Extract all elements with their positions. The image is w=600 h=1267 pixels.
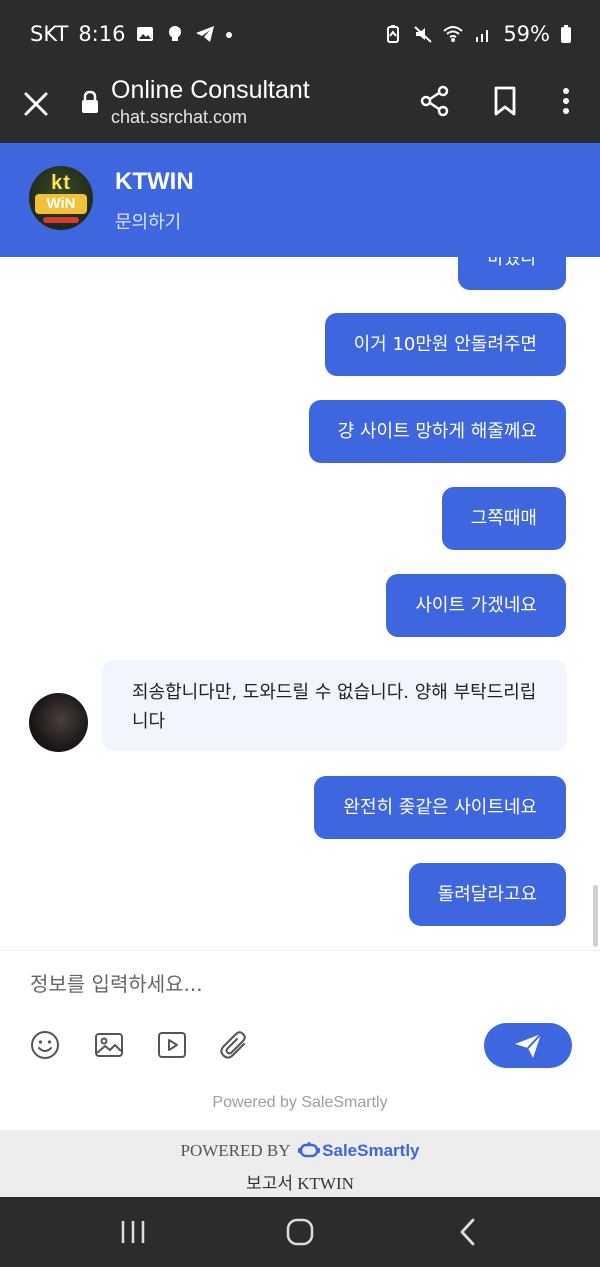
gallery-icon: [137, 27, 154, 41]
url-host[interactable]: chat.ssrchat.com: [111, 107, 247, 128]
clock: 8:16: [78, 22, 126, 46]
send-icon: [515, 1032, 542, 1058]
powered-by-footer[interactable]: POWERED BY SaleSmartly: [0, 1141, 600, 1161]
message-bubble-outgoing: 이거 10만원 안돌려주면: [324, 313, 566, 376]
report-link[interactable]: 보고서 KTWIN: [0, 1169, 600, 1194]
video-icon[interactable]: [156, 1029, 188, 1061]
status-left: SKT 8:16: [30, 22, 233, 46]
message-input[interactable]: [30, 965, 570, 1003]
telegram-icon: [196, 26, 215, 42]
scrollbar[interactable]: [593, 885, 598, 947]
message-bubble-incoming: 죄송합니다만, 도와드릴 수 없습니다. 양해 부탁드리립니다: [102, 660, 567, 751]
composer: Powered by SaleSmartly: [0, 950, 600, 1130]
brand-name: SaleSmartly: [322, 1141, 420, 1160]
logo-text-top: kt: [51, 172, 71, 194]
dot-icon: [226, 32, 233, 38]
brand-logo: kt WiN: [29, 166, 93, 230]
message-bubble-outgoing: 돌려달라고요: [408, 863, 566, 926]
bookmark-icon[interactable]: [491, 85, 519, 117]
battery-saver-icon: [387, 25, 400, 43]
wifi-icon: [443, 26, 463, 42]
message-bubble-outgoing: 그쪽때매: [441, 487, 566, 550]
battery-icon: [561, 25, 571, 43]
emoji-icon[interactable]: [29, 1029, 61, 1061]
close-icon[interactable]: [20, 88, 52, 120]
chat-name: KTWIN: [115, 168, 194, 195]
battery-percent: 59%: [503, 22, 550, 46]
back-icon[interactable]: [452, 1215, 486, 1249]
powered-by-label: POWERED BY: [180, 1141, 290, 1160]
salesmartly-logo-icon: [298, 1142, 321, 1158]
browser-toolbar: Online Consultant chat.ssrchat.com: [0, 70, 600, 143]
powered-by-small[interactable]: Powered by SaleSmartly: [0, 1094, 600, 1112]
attachment-icon[interactable]: [218, 1029, 250, 1061]
footer: POWERED BY SaleSmartly 보고서 KTWIN: [0, 1130, 600, 1197]
status-bar: SKT 8:16 59%: [0, 0, 600, 70]
recent-apps-icon[interactable]: [116, 1215, 150, 1249]
message-bubble-outgoing: 사이트 가겠네요: [386, 574, 566, 637]
bulb-icon: [169, 26, 182, 41]
share-icon[interactable]: [420, 85, 450, 117]
logo-bar: [43, 217, 79, 223]
status-right: 59%: [383, 22, 572, 46]
agent-avatar: [29, 693, 88, 752]
home-icon[interactable]: [283, 1215, 317, 1249]
message-bubble-outgoing: 완전히 좆같은 사이트네요: [314, 776, 566, 839]
logo-text-bottom: WiN: [35, 194, 87, 214]
more-options-icon[interactable]: [556, 85, 576, 117]
mute-icon: [414, 26, 432, 43]
message-bubble-outgoing: 바꿨다: [458, 257, 566, 290]
chat-header: kt WiN KTWIN 문의하기: [0, 143, 600, 257]
message-bubble-outgoing: 걍 사이트 망하게 해줄께요: [308, 400, 566, 463]
message-list[interactable]: 바꿨다 이거 10만원 안돌려주면 걍 사이트 망하게 해줄께요 그쪽때매 사이…: [0, 257, 600, 950]
page-title[interactable]: Online Consultant: [111, 76, 310, 105]
system-nav-bar: [0, 1197, 600, 1267]
image-icon[interactable]: [93, 1029, 125, 1061]
lock-icon: [82, 90, 98, 113]
carrier: SKT: [30, 22, 69, 46]
signal-icon: [476, 30, 489, 42]
send-button[interactable]: [484, 1023, 572, 1068]
chat-subtitle: 문의하기: [115, 212, 182, 233]
